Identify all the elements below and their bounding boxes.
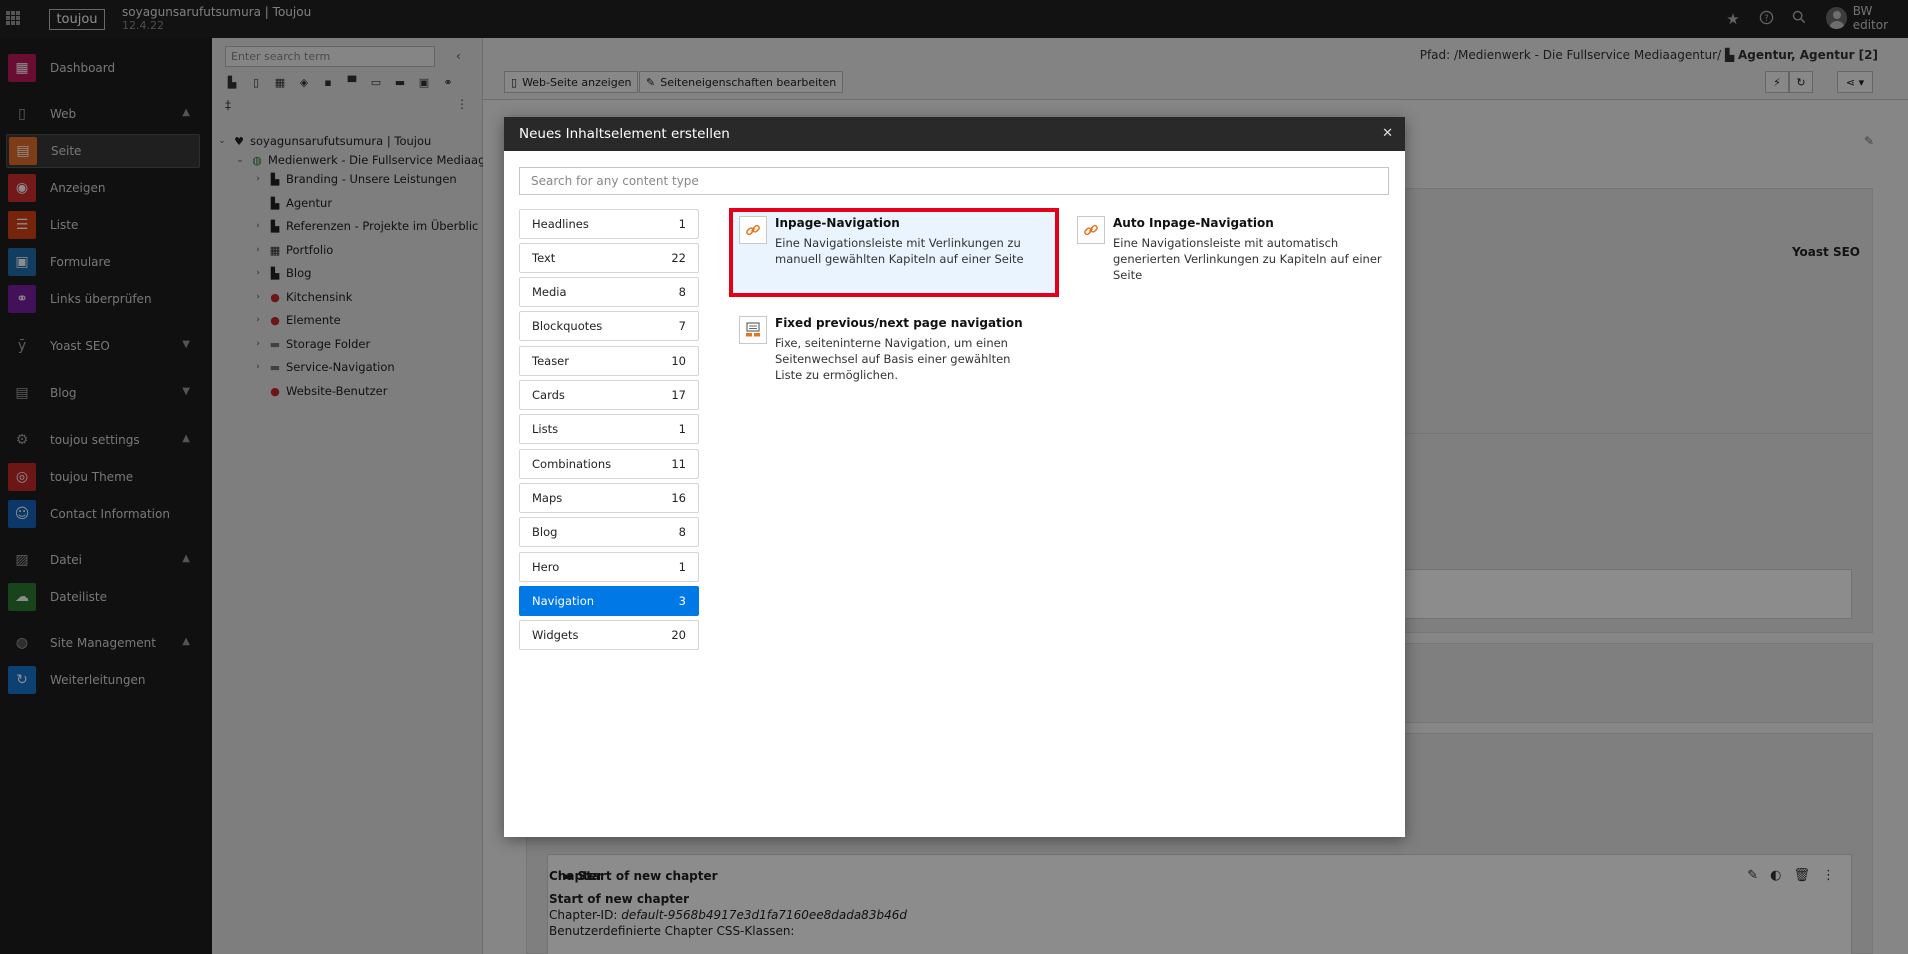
- category-combinations[interactable]: Combinations 11: [519, 449, 699, 479]
- category-label: Maps: [532, 491, 563, 505]
- category-label: Text: [532, 251, 556, 265]
- category-count: 3: [678, 594, 686, 608]
- category-label: Widgets: [532, 628, 579, 642]
- category-hero[interactable]: Hero 1: [519, 552, 699, 582]
- link-icon: [1077, 216, 1105, 244]
- category-text[interactable]: Text 22: [519, 243, 699, 273]
- content-type-auto-inpage-navigation[interactable]: Auto Inpage-Navigation Eine Navigationsl…: [1077, 216, 1387, 283]
- category-label: Blog: [532, 525, 558, 539]
- category-label: Cards: [532, 388, 565, 402]
- page-navigation-icon: [739, 316, 767, 344]
- category-count: 1: [678, 217, 686, 231]
- category-label: Combinations: [532, 457, 612, 471]
- category-count: 20: [671, 628, 686, 642]
- category-count: 17: [671, 388, 686, 402]
- category-label: Blockquotes: [532, 319, 603, 333]
- content-type-description: Fixe, seiteninterne Navigation, um einen…: [775, 336, 1011, 382]
- category-label: Headlines: [532, 217, 589, 231]
- category-count: 11: [671, 457, 686, 471]
- category-lists[interactable]: Lists 1: [519, 414, 699, 444]
- content-type-title: Inpage-Navigation: [775, 216, 900, 230]
- content-type-description: Eine Navigationsleiste mit Verlinkungen …: [775, 236, 1024, 266]
- category-label: Lists: [532, 422, 559, 436]
- category-count: 8: [678, 285, 686, 299]
- modal-header: Neues Inhaltselement erstellen ✕: [504, 117, 1405, 151]
- category-teaser[interactable]: Teaser 10: [519, 346, 699, 376]
- category-label: Teaser: [532, 354, 569, 368]
- category-count: 10: [671, 354, 686, 368]
- category-cards[interactable]: Cards 17: [519, 380, 699, 410]
- modal-title: Neues Inhaltselement erstellen: [519, 126, 730, 142]
- category-media[interactable]: Media 8: [519, 277, 699, 307]
- category-label: Hero: [532, 560, 560, 574]
- content-type-inpage-navigation[interactable]: Inpage-Navigation Eine Navigationsleiste…: [739, 216, 1039, 267]
- category-count: 8: [678, 525, 686, 539]
- category-blog[interactable]: Blog 8: [519, 517, 699, 547]
- new-content-element-modal: Neues Inhaltselement erstellen ✕ Search …: [504, 117, 1405, 837]
- category-count: 1: [678, 560, 686, 574]
- category-maps[interactable]: Maps 16: [519, 483, 699, 513]
- category-widgets[interactable]: Widgets 20: [519, 620, 699, 650]
- category-label: Media: [532, 285, 567, 299]
- content-type-title: Auto Inpage-Navigation: [1113, 216, 1274, 230]
- category-count: 1: [678, 422, 686, 436]
- content-type-title: Fixed previous/next page navigation: [775, 316, 1023, 330]
- category-blockquotes[interactable]: Blockquotes 7: [519, 311, 699, 341]
- category-navigation[interactable]: Navigation 3: [519, 586, 699, 616]
- link-icon: [739, 216, 767, 244]
- content-type-description: Eine Navigationsleiste mit automatisch g…: [1113, 236, 1382, 282]
- content-type-search-input[interactable]: Search for any content type: [519, 167, 1389, 195]
- close-icon[interactable]: ✕: [1382, 126, 1393, 141]
- category-headlines[interactable]: Headlines 1: [519, 209, 699, 239]
- category-count: 7: [678, 319, 686, 333]
- category-count: 16: [671, 491, 686, 505]
- category-label: Navigation: [532, 594, 595, 608]
- category-count: 22: [671, 251, 686, 265]
- content-type-fixed-page-navigation[interactable]: Fixed previous/next page navigation Fixe…: [739, 316, 1039, 383]
